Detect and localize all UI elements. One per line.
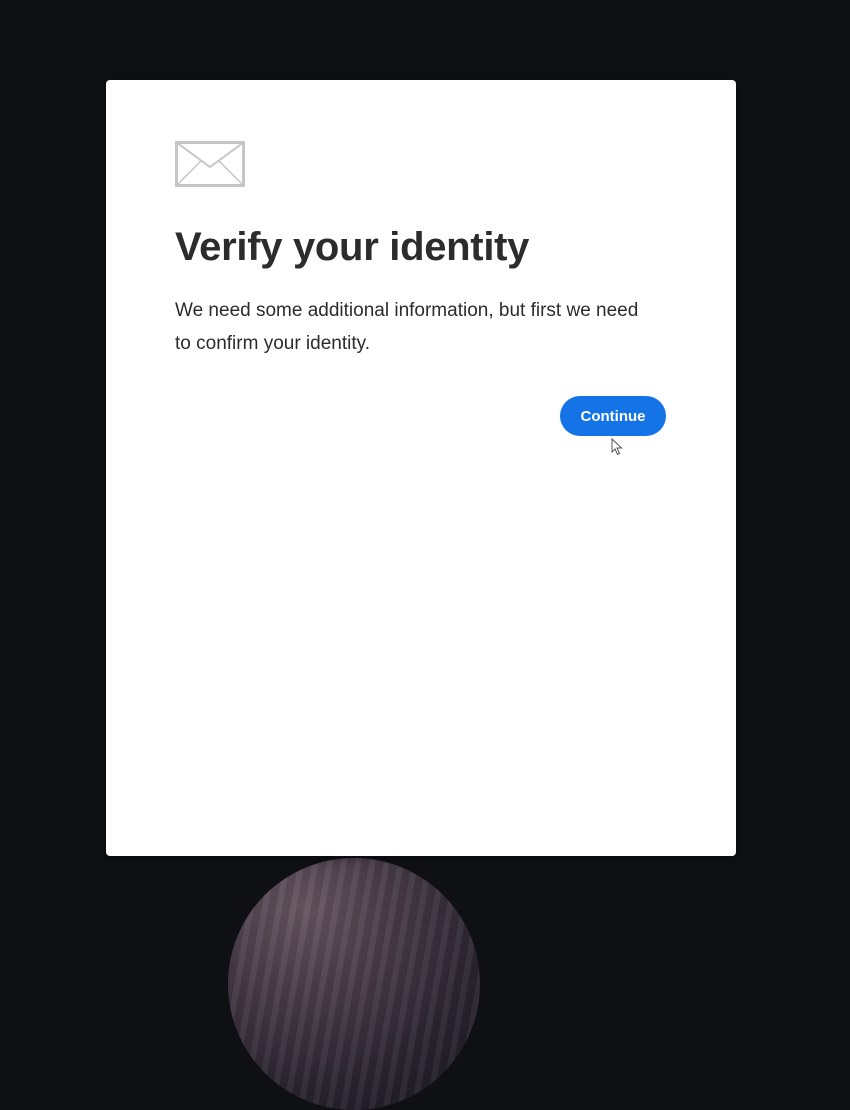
mouse-pointer-icon [611, 438, 623, 456]
dialog-message: We need some additional information, but… [175, 300, 639, 354]
mail-icon [175, 141, 245, 187]
dialog-title: Verify your identity [175, 225, 530, 269]
background-orb-image [228, 858, 480, 1110]
verify-identity-dialog: Verify your identity We need some additi… [106, 80, 736, 856]
continue-button[interactable]: Continue [560, 396, 666, 436]
